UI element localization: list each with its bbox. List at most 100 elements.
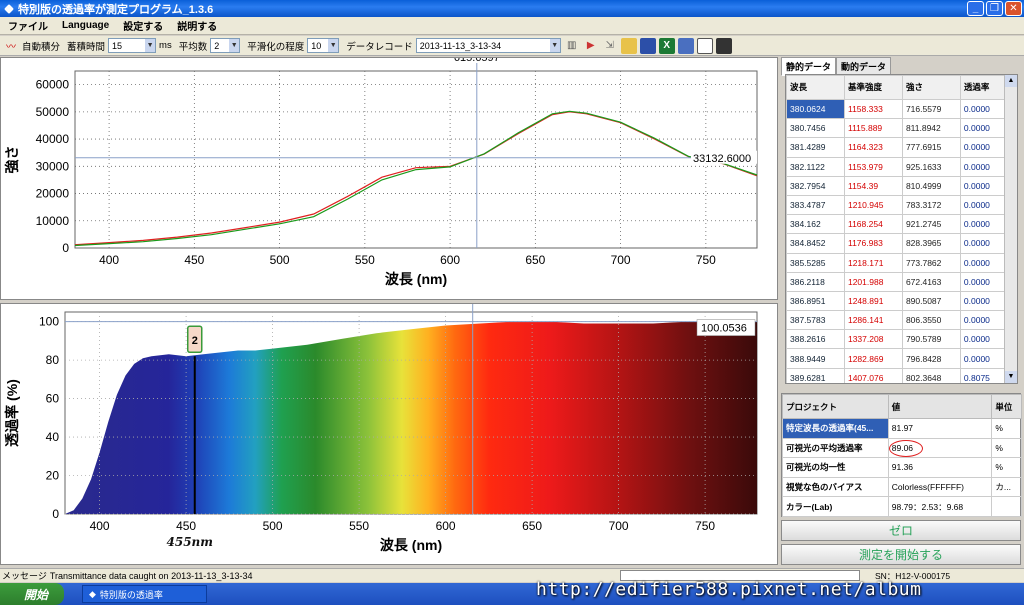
table-cell[interactable]: 828.3965: [901, 233, 961, 254]
table-cell[interactable]: 790.5789: [901, 329, 961, 350]
table-cell[interactable]: 1153.979: [843, 156, 903, 177]
table-cell[interactable]: 385.5285: [786, 252, 845, 273]
save-icon[interactable]: [639, 37, 656, 54]
table-cell[interactable]: 0.0000: [959, 290, 1007, 312]
column-header[interactable]: 透過率: [959, 75, 1007, 100]
table-row[interactable]: 389.6281 1407.076 802.3648 0.8075: [786, 367, 1007, 383]
table-row[interactable]: 388.9449 1282.869 796.8428 0.0000: [786, 348, 1007, 369]
table-cell[interactable]: 0.8075: [959, 367, 1007, 383]
table-cell[interactable]: 0.0000: [959, 252, 1007, 273]
table-cell[interactable]: 0.0000: [959, 233, 1007, 254]
table-cell[interactable]: 386.8951: [786, 290, 845, 312]
table-cell[interactable]: 1218.171: [843, 252, 903, 273]
table-cell[interactable]: 0.0000: [959, 271, 1007, 292]
play-icon[interactable]: ▶: [583, 38, 599, 54]
table-cell[interactable]: 0.0000: [959, 348, 1007, 369]
chevron-down-icon[interactable]: ▼: [549, 39, 560, 52]
table-row[interactable]: 384.8452 1176.983 828.3965 0.0000: [786, 233, 1007, 254]
table-cell[interactable]: 0.0000: [959, 329, 1007, 350]
table-cell[interactable]: 383.4787: [786, 194, 845, 216]
integration-time-field[interactable]: 15 ▼: [108, 38, 157, 53]
table-cell[interactable]: 0.0000: [959, 214, 1007, 235]
table-cell[interactable]: 806.3550: [901, 310, 961, 331]
table-cell[interactable]: 1407.076: [843, 367, 903, 383]
chevron-down-icon[interactable]: ▼: [229, 39, 240, 52]
table-cell[interactable]: 716.5579: [901, 98, 961, 120]
table-row[interactable]: 383.4787 1210.945 783.3172 0.0000: [786, 194, 1007, 216]
table-cell[interactable]: 388.2616: [786, 329, 845, 350]
average-field[interactable]: 2 ▼: [210, 38, 241, 53]
start-button[interactable]: 開始: [0, 583, 64, 605]
table-row[interactable]: 381.4289 1164.323 777.6915 0.0000: [786, 137, 1007, 158]
table-cell[interactable]: 811.8942: [901, 118, 961, 139]
properties-table-container[interactable]: プロジェクト 値 単位 特定波長の透過率(45... 81.97% 可視光の平均透過…: [781, 393, 1022, 517]
table-cell[interactable]: 796.8428: [901, 348, 961, 369]
data-record-field[interactable]: 2013-11-13_3-13-34 ▼: [415, 38, 561, 53]
table-row[interactable]: 387.5783 1286.141 806.3550 0.0000: [786, 310, 1007, 331]
scroll-down-icon[interactable]: ▼: [1005, 371, 1017, 383]
table-row[interactable]: 382.1122 1153.979 925.1633 0.0000: [786, 156, 1007, 177]
table-cell[interactable]: 672.4163: [901, 271, 961, 292]
table-row[interactable]: 382.7954 1154.39 810.4999 0.0000: [786, 175, 1007, 196]
auto-integration-label[interactable]: 自動積分: [22, 39, 60, 53]
export-icon[interactable]: ⇲: [602, 38, 618, 54]
table-cell[interactable]: 1282.869: [843, 348, 903, 369]
table-cell[interactable]: 1158.333: [843, 98, 903, 120]
smoothing-field[interactable]: 10 ▼: [307, 38, 340, 53]
table-cell[interactable]: 1201.988: [843, 271, 903, 292]
table-cell[interactable]: 773.7862: [901, 252, 961, 273]
table-cell[interactable]: 1115.889: [843, 118, 903, 139]
table-cell[interactable]: 925.1633: [901, 156, 961, 177]
table-cell[interactable]: 386.2118: [786, 271, 845, 292]
table-cell[interactable]: 777.6915: [901, 137, 961, 158]
image-icon[interactable]: [715, 37, 732, 54]
column-header[interactable]: 基準強度: [843, 75, 903, 100]
table-cell[interactable]: 0.0000: [959, 156, 1007, 177]
table-cell[interactable]: 921.2745: [901, 214, 961, 235]
table-row[interactable]: 386.2118 1201.988 672.4163 0.0000: [786, 271, 1007, 292]
table-cell[interactable]: 810.4999: [901, 175, 961, 196]
intensity-chart[interactable]: 400 450 500 550 600 650 700 750 0 10000 20000 30000…: [1, 58, 777, 299]
property-row[interactable]: 可視光の平均透過率 89.06%: [782, 437, 1022, 459]
menu-file[interactable]: ファイル: [8, 18, 48, 33]
table-cell[interactable]: 0.0000: [959, 175, 1007, 196]
menu-language[interactable]: Language: [62, 20, 109, 31]
spectrum-icon[interactable]: ▥: [564, 38, 580, 54]
table-cell[interactable]: 802.3648: [901, 367, 961, 383]
property-row[interactable]: 特定波長の透過率(45... 81.97%: [782, 418, 1022, 439]
table-cell[interactable]: 387.5783: [786, 310, 845, 331]
column-header[interactable]: 強さ: [901, 75, 961, 100]
table-cell[interactable]: 0.0000: [959, 310, 1007, 331]
scroll-up-icon[interactable]: ▲: [1005, 75, 1017, 87]
menu-settings[interactable]: 設定する: [123, 18, 163, 33]
table-row[interactable]: 386.8951 1248.891 890.5087 0.0000: [786, 290, 1007, 312]
table-cell[interactable]: 0.0000: [959, 98, 1007, 120]
table-cell[interactable]: 1176.983: [843, 233, 903, 254]
table-cell[interactable]: 380.0624: [786, 98, 845, 120]
table-cell[interactable]: 384.8452: [786, 233, 845, 254]
table-row[interactable]: 384.162 1168.254 921.2745 0.0000: [786, 214, 1007, 235]
table-cell[interactable]: 783.3172: [901, 194, 961, 216]
table-cell[interactable]: 1210.945: [843, 194, 903, 216]
table-cell[interactable]: 381.4289: [786, 137, 845, 158]
bar-chart-icon[interactable]: [677, 37, 694, 54]
table-cell[interactable]: 1337.208: [843, 329, 903, 350]
table-cell[interactable]: 1164.323: [843, 137, 903, 158]
restore-button[interactable]: ❐: [986, 1, 1003, 16]
document-icon[interactable]: [696, 37, 713, 54]
table-cell[interactable]: 380.7456: [786, 118, 845, 139]
table-cell[interactable]: 388.9449: [786, 348, 845, 369]
table-cell[interactable]: 890.5087: [901, 290, 961, 312]
spectrum-table-container[interactable]: 波長 基準強度 強さ 透過率 380.0624 1158.333 716.5579 0…: [785, 74, 1018, 384]
transmittance-chart-panel[interactable]: 400 450 500 550 600 650 700 750 0 20 40 60 80 100 波長 (…: [0, 303, 778, 565]
table-cell[interactable]: 0.0000: [959, 194, 1007, 216]
close-button[interactable]: ✕: [1005, 1, 1022, 16]
table-cell[interactable]: 1154.39: [843, 175, 903, 196]
transmittance-chart[interactable]: 400 450 500 550 600 650 700 750 0 20 40 60 80 100 波長 (…: [1, 304, 777, 564]
excel-icon[interactable]: X: [658, 37, 675, 54]
table-row[interactable]: 388.2616 1337.208 790.5789 0.0000: [786, 329, 1007, 350]
property-row[interactable]: カラー(Lab) 98.79：2.53：9.68: [782, 496, 1022, 517]
table-row[interactable]: 380.0624 1158.333 716.5579 0.0000: [786, 98, 1007, 120]
minimize-button[interactable]: _: [967, 1, 984, 16]
table-cell[interactable]: 1248.891: [843, 290, 903, 312]
